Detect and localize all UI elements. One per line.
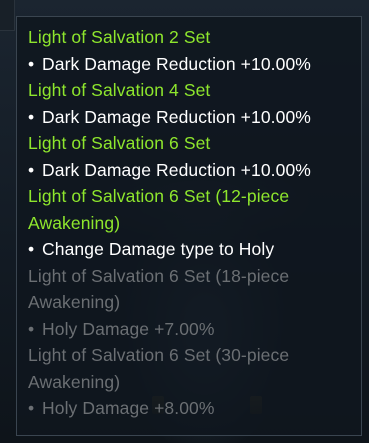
bullet-icon: • <box>28 159 35 180</box>
bullet-icon: • <box>28 318 35 339</box>
effect-text: Dark Damage Reduction +10.00% <box>42 159 311 180</box>
set-effect: • Holy Damage +7.00% <box>28 316 358 343</box>
set-effect: • Dark Damage Reduction +10.00% <box>28 157 358 184</box>
set-effect: • Change Damage type to Holy <box>28 236 358 263</box>
effect-text: Holy Damage +7.00% <box>42 318 215 339</box>
set-bonus-list: Light of Salvation 2 Set • Dark Damage Re… <box>28 24 358 422</box>
bullet-icon: • <box>28 53 35 74</box>
set-title-continued: Awakening) <box>28 292 121 312</box>
effect-text: Dark Damage Reduction +10.00% <box>42 106 311 127</box>
set-effect: • Holy Damage +8.00% <box>28 395 358 422</box>
set-effect: • Dark Damage Reduction +10.00% <box>28 51 358 78</box>
set-title: Light of Salvation 6 Set <box>28 133 211 153</box>
bullet-icon: • <box>28 106 35 127</box>
bullet-icon: • <box>28 398 35 418</box>
set-title-continued: Awakening) <box>28 371 121 392</box>
set-title: Light of Salvation 4 Set <box>28 80 211 100</box>
set-title-continued: Awakening) <box>28 212 121 233</box>
set-effect: • Dark Damage Reduction +10.00% <box>28 104 358 131</box>
set-title: Light of Salvation 6 Set (18-piece <box>28 265 290 286</box>
bullet-icon: • <box>28 239 35 259</box>
window-corner <box>0 0 15 31</box>
effect-text: Holy Damage +8.00% <box>42 398 215 418</box>
effect-text: Change Damage type to Holy <box>42 239 275 259</box>
set-title: Light of Salvation 2 Set <box>28 27 211 47</box>
set-title: Light of Salvation 6 Set (30-piece <box>28 345 290 365</box>
effect-text: Dark Damage Reduction +10.00% <box>42 53 311 74</box>
set-title: Light of Salvation 6 Set (12-piece <box>28 186 290 206</box>
